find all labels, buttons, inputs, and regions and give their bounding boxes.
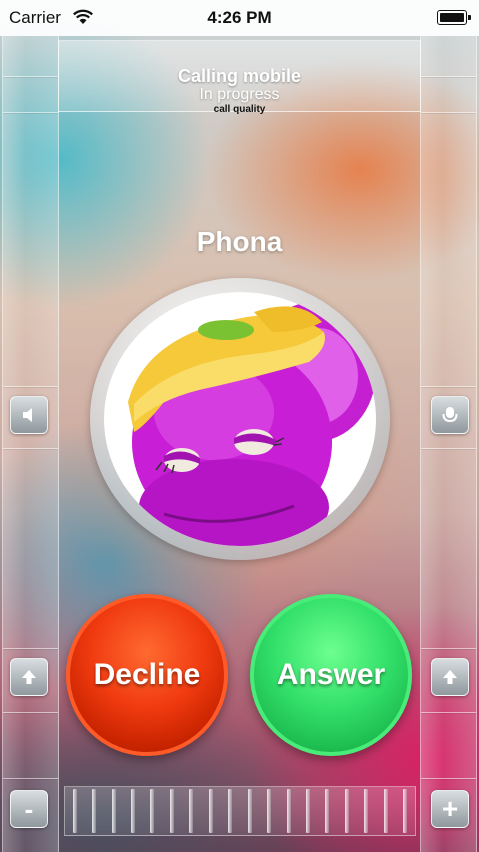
volume-tick bbox=[72, 789, 77, 833]
minus-icon: - bbox=[24, 794, 34, 824]
right-rail bbox=[420, 36, 477, 852]
status-bar: Carrier 4:26 PM bbox=[0, 0, 479, 36]
arrow-up-icon bbox=[22, 670, 36, 684]
speaker-icon bbox=[23, 408, 32, 422]
volume-tick bbox=[228, 789, 233, 833]
volume-tick bbox=[169, 789, 174, 833]
clock: 4:26 PM bbox=[207, 8, 272, 27]
microphone-button[interactable] bbox=[431, 396, 469, 434]
caller-name: Phona bbox=[196, 226, 283, 257]
volume-tick bbox=[92, 789, 97, 833]
volume-tick bbox=[286, 789, 291, 833]
decline-label: Decline bbox=[93, 658, 201, 691]
answer-button[interactable]: Answer bbox=[250, 594, 412, 756]
cartoon-character-picture bbox=[104, 292, 376, 546]
volume-tick bbox=[131, 789, 136, 833]
move-up-button-left[interactable] bbox=[10, 658, 48, 696]
arrow-up-icon bbox=[443, 670, 457, 684]
volume-tick bbox=[267, 789, 272, 833]
call-status: In progress bbox=[199, 86, 280, 103]
volume-tick bbox=[344, 789, 349, 833]
volume-up-button[interactable]: + bbox=[431, 790, 469, 828]
plus-icon: + bbox=[441, 793, 459, 824]
volume-tick bbox=[364, 789, 369, 833]
call-title: Calling mobile bbox=[177, 66, 301, 86]
volume-tick bbox=[150, 789, 155, 833]
decline-button[interactable]: Decline bbox=[66, 594, 228, 756]
volume-tick bbox=[383, 789, 388, 833]
call-quality-label: call quality bbox=[213, 104, 266, 115]
move-up-button-right[interactable] bbox=[431, 658, 469, 696]
volume-tick bbox=[325, 789, 330, 833]
left-rail bbox=[2, 36, 59, 852]
volume-tick bbox=[305, 789, 310, 833]
speaker-button[interactable] bbox=[10, 396, 48, 434]
volume-tick bbox=[247, 789, 252, 833]
battery-icon bbox=[437, 10, 471, 25]
volume-tick bbox=[111, 789, 116, 833]
volume-tick bbox=[189, 789, 194, 833]
volume-down-button[interactable]: - bbox=[10, 790, 48, 828]
avatar bbox=[104, 292, 376, 546]
microphone-icon bbox=[442, 407, 458, 423]
answer-label: Answer bbox=[276, 658, 386, 691]
volume-slider[interactable] bbox=[64, 786, 416, 836]
volume-tick bbox=[403, 789, 408, 833]
volume-tick bbox=[208, 789, 213, 833]
